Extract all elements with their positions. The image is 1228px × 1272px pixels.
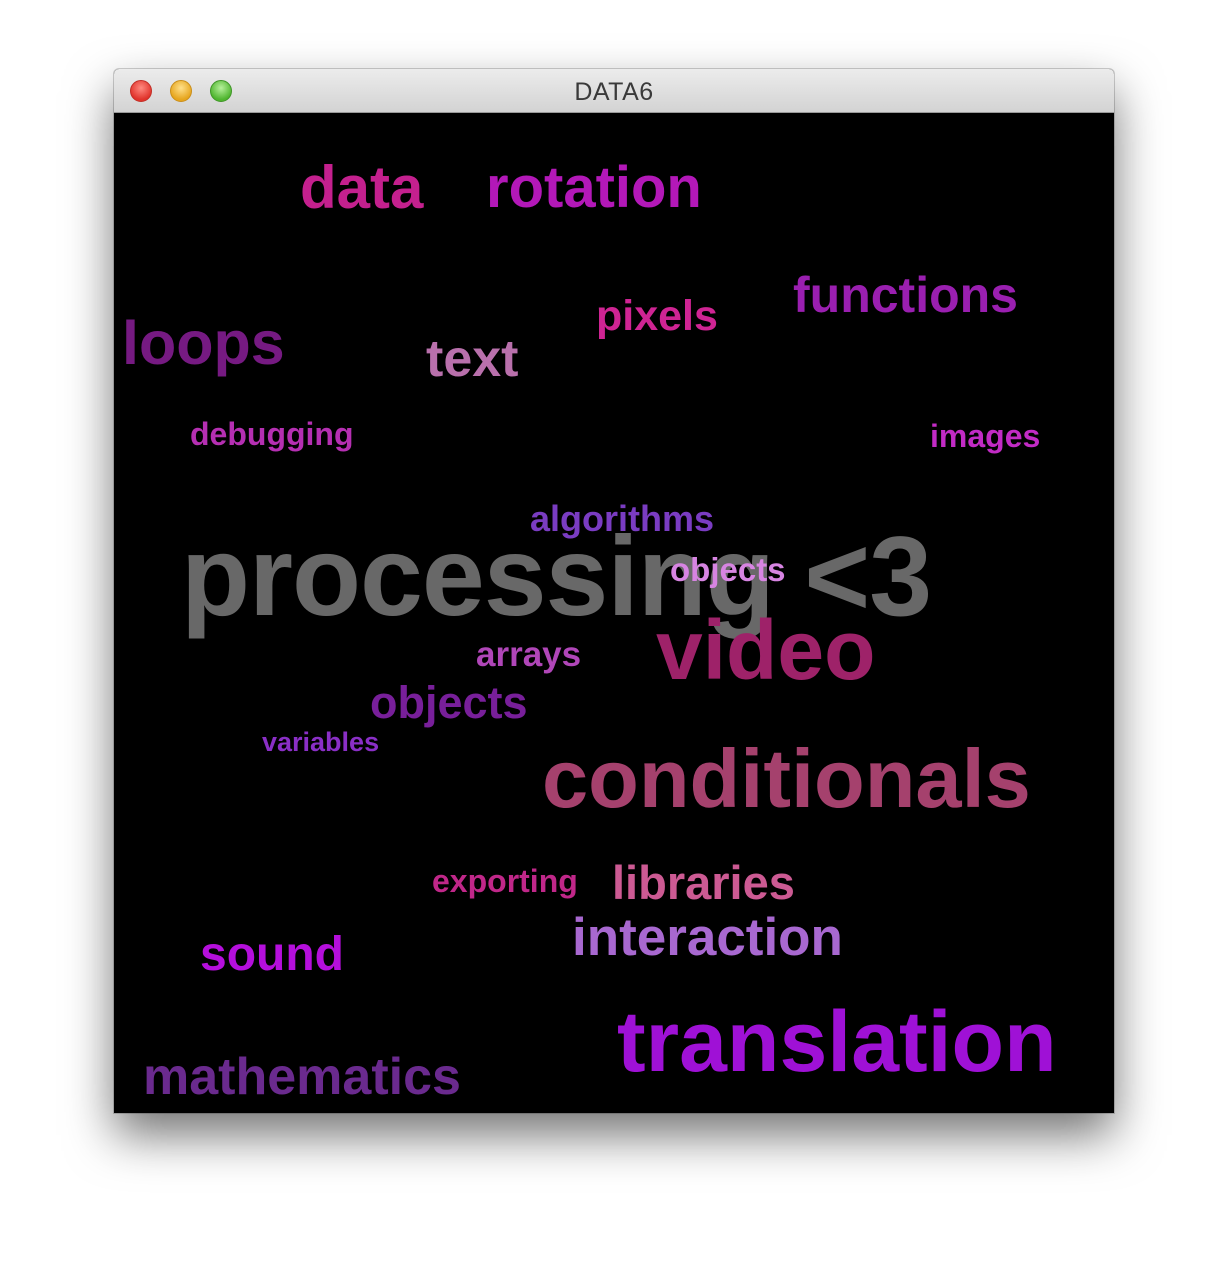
word-arrays: arrays <box>476 635 582 674</box>
word-functions: functions <box>793 267 1018 323</box>
word-debugging: debugging <box>190 416 354 452</box>
word-translation: translation <box>617 994 1057 1090</box>
word-algorithms: algorithms <box>530 498 715 539</box>
word-data: data <box>300 154 424 221</box>
window-title: DATA6 <box>574 78 654 106</box>
word-interaction: interaction <box>572 908 843 967</box>
sketch-canvas[interactable]: processing <3 data rotation functions pi… <box>114 113 1114 1113</box>
word-pixels: pixels <box>596 292 718 340</box>
word-sound: sound <box>200 928 344 981</box>
word-objects-light: objects <box>670 551 786 588</box>
word-libraries: libraries <box>612 856 795 909</box>
word-rotation: rotation <box>486 155 702 220</box>
word-conditionals: conditionals <box>542 732 1031 825</box>
word-images: images <box>930 418 1041 454</box>
title-bar[interactable]: DATA6 <box>114 69 1114 113</box>
word-objects-dark: objects <box>370 677 528 728</box>
word-exporting: exporting <box>432 863 578 899</box>
word-text: text <box>426 330 519 388</box>
app-window: DATA6 processing <3 data rotation functi… <box>114 69 1114 1113</box>
word-mathematics: mathematics <box>143 1048 461 1106</box>
word-video: video <box>656 603 876 697</box>
word-loops: loops <box>122 309 285 377</box>
word-variables: variables <box>262 727 380 757</box>
